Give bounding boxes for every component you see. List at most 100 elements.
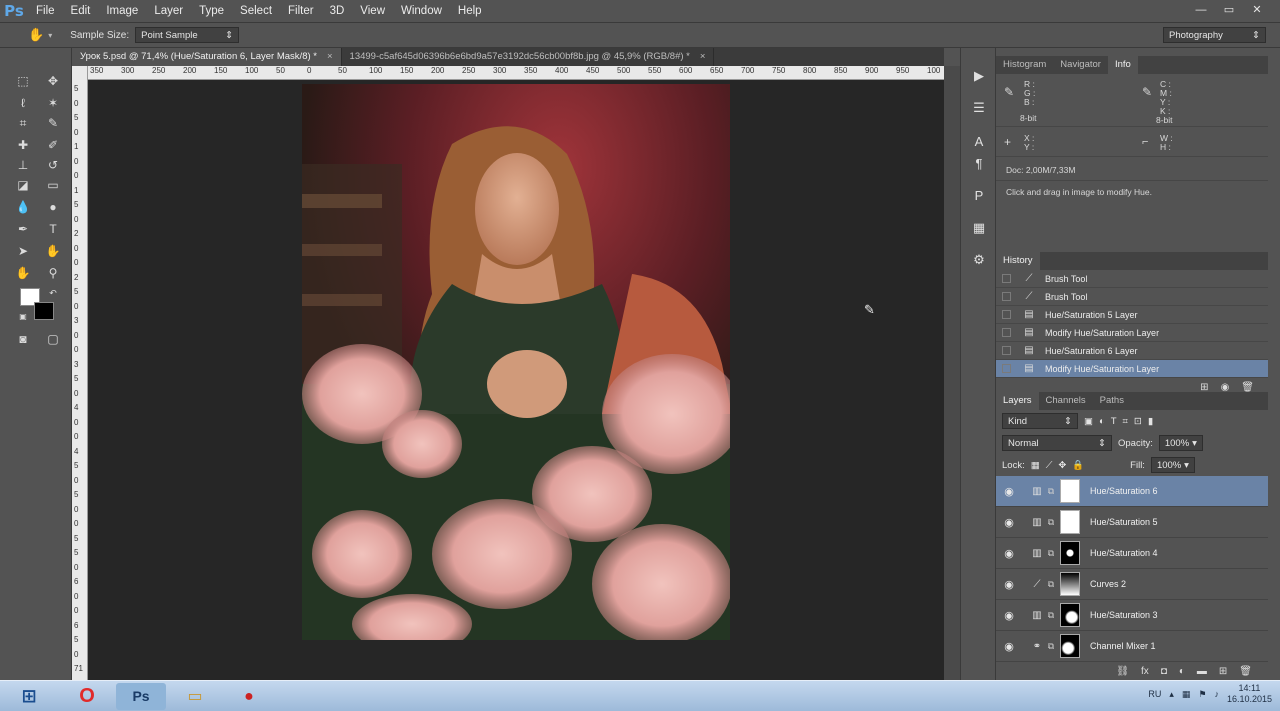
layer-mask-thumbnail[interactable] <box>1060 603 1080 627</box>
language-indicator[interactable]: RU <box>1148 689 1161 699</box>
minimize-button[interactable]: — <box>1190 2 1212 18</box>
layer-row[interactable]: ◉ ⚭ ⧉ Channel Mixer 1 <box>996 631 1268 662</box>
menu-image[interactable]: Image <box>98 0 146 22</box>
marquee-tool-icon[interactable]: ⬚ <box>14 72 32 90</box>
history-item[interactable]: ▤ Hue/Saturation 5 Layer <box>996 306 1268 324</box>
swatches-panel-icon[interactable]: ▦ <box>969 218 989 238</box>
history-checkbox[interactable] <box>1002 310 1011 319</box>
clone-stamp-tool-icon[interactable]: ⊥ <box>14 156 32 174</box>
tab-close-icon[interactable]: × <box>700 51 706 62</box>
screen-recorder-icon[interactable]: ● <box>224 683 274 710</box>
layer-mask-thumbnail[interactable] <box>1060 479 1080 503</box>
visibility-eye-icon[interactable]: ◉ <box>996 547 1022 560</box>
menu-layer[interactable]: Layer <box>146 0 191 22</box>
adjustment-filter-icon[interactable]: ◐ <box>1099 416 1105 427</box>
layer-mask-thumbnail[interactable] <box>1060 541 1080 565</box>
clock[interactable]: 14:11 16.10.2015 <box>1227 683 1272 705</box>
layer-mask-thumbnail[interactable] <box>1060 634 1080 658</box>
layer-row[interactable]: ◉ ▥ ⧉ Hue/Saturation 3 <box>996 600 1268 631</box>
pen-tool-icon[interactable]: ✒ <box>14 220 32 238</box>
menu-file[interactable]: File <box>28 0 63 22</box>
trash-icon[interactable]: 🗑 <box>1239 666 1252 677</box>
start-button[interactable]: ⊞ <box>4 683 54 710</box>
mask-link-icon[interactable]: ⧉ <box>1046 579 1056 590</box>
blur-tool-icon[interactable]: 💧 <box>14 198 32 216</box>
move-tool-icon[interactable]: ✥ <box>44 72 62 90</box>
tab-histogram[interactable]: Histogram <box>996 56 1053 74</box>
screen-mode-icon[interactable]: ▢ <box>44 330 62 348</box>
tab-document-1[interactable]: Урок 5.psd @ 71,4% (Hue/Saturation 6, La… <box>72 48 342 66</box>
document-canvas[interactable]: ✎ <box>88 80 944 680</box>
tab-channels[interactable]: Channels <box>1039 392 1093 410</box>
magic-wand-tool-icon[interactable]: ✶ <box>44 94 62 112</box>
type-filter-icon[interactable]: T <box>1111 416 1117 427</box>
crop-tool-icon[interactable]: ⌗ <box>14 114 32 132</box>
tab-paths[interactable]: Paths <box>1093 392 1131 410</box>
volume-icon[interactable]: ♪ <box>1214 689 1219 699</box>
menu-3d[interactable]: 3D <box>322 0 353 22</box>
default-colors-icon[interactable]: ▣ <box>14 308 32 326</box>
blend-mode-select[interactable]: Normal ⇕ <box>1002 435 1112 451</box>
tab-document-2[interactable]: 13499-c5af645d06396b6e6bd9a57e3192dc56cb… <box>342 48 715 66</box>
zoom-tool-icon[interactable]: ⚲ <box>44 264 62 282</box>
sample-size-select[interactable]: Point Sample ⇕ <box>135 27 240 43</box>
mask-link-icon[interactable]: ⧉ <box>1046 610 1056 621</box>
type-tool-icon[interactable]: T <box>44 220 62 238</box>
visibility-eye-icon[interactable]: ◉ <box>996 516 1022 529</box>
menu-help[interactable]: Help <box>450 0 490 22</box>
network-icon[interactable]: ▦ <box>1182 689 1191 700</box>
history-item[interactable]: ⟋ Brush Tool <box>996 288 1268 306</box>
swap-colors-icon[interactable]: ↶ <box>44 284 62 302</box>
canvas-vertical-scrollbar[interactable] <box>944 66 960 680</box>
tab-close-icon[interactable]: × <box>327 51 333 62</box>
layer-row[interactable]: ◉ ⟋ ⧉ Curves 2 <box>996 569 1268 600</box>
layer-row-selected[interactable]: ◉ ▥ ⧉ Hue/Saturation 6 <box>996 476 1268 507</box>
shape-filter-icon[interactable]: ⌗ <box>1123 416 1128 427</box>
history-checkbox[interactable] <box>1002 364 1011 373</box>
gradient-tool-icon[interactable]: ▭ <box>44 176 62 194</box>
menu-type[interactable]: Type <box>191 0 232 22</box>
healing-brush-tool-icon[interactable]: ✚ <box>14 136 32 154</box>
dodge-tool-icon[interactable]: ● <box>44 198 62 216</box>
history-brush-tool-icon[interactable]: ↺ <box>44 156 62 174</box>
eraser-tool-icon[interactable]: ◪ <box>14 176 32 194</box>
layer-mask-thumbnail[interactable] <box>1060 510 1080 534</box>
smart-object-filter-icon[interactable]: ⊡ <box>1134 416 1142 427</box>
filter-toggle-icon[interactable]: ▮ <box>1148 416 1153 427</box>
eyedropper-tool-icon[interactable]: ✎ <box>44 114 62 132</box>
tool-preset-chevron-icon[interactable]: ▾ <box>48 31 52 40</box>
mask-link-icon[interactable]: ⧉ <box>1046 517 1056 528</box>
brushes-panel-icon[interactable]: ⚙ <box>969 250 989 270</box>
layer-row[interactable]: ◉ ▥ ⧉ Hue/Saturation 5 <box>996 507 1268 538</box>
hand-icon[interactable]: ✋ <box>28 27 44 43</box>
opacity-input[interactable]: 100% ▾ <box>1158 435 1203 451</box>
hand-tool-icon[interactable]: ✋ <box>14 264 32 282</box>
opera-browser-icon[interactable]: O <box>62 683 112 710</box>
photoshop-taskbar-button[interactable]: Ps <box>116 683 166 710</box>
mask-link-icon[interactable]: ⧉ <box>1046 641 1056 652</box>
visibility-eye-icon[interactable]: ◉ <box>996 578 1022 591</box>
history-checkbox[interactable] <box>1002 346 1011 355</box>
fill-input[interactable]: 100% ▾ <box>1150 457 1195 473</box>
shape-tool-icon[interactable]: ✋ <box>44 242 62 260</box>
visibility-eye-icon[interactable]: ◉ <box>996 640 1022 653</box>
layer-kind-select[interactable]: Kind ⇕ <box>1002 413 1078 429</box>
mask-link-icon[interactable]: ⧉ <box>1046 486 1056 497</box>
brush-tool-icon[interactable]: ✐ <box>44 136 62 154</box>
tray-expand-icon[interactable]: ▴ <box>1169 689 1174 700</box>
adjustments-icon[interactable]: ☰ <box>969 98 989 118</box>
link-layers-icon[interactable]: ⛓ <box>1116 666 1129 677</box>
layer-mask-thumbnail[interactable] <box>1060 572 1080 596</box>
tab-navigator[interactable]: Navigator <box>1053 56 1108 74</box>
tab-history[interactable]: History <box>996 252 1040 270</box>
file-explorer-icon[interactable]: ▭ <box>170 683 220 710</box>
new-adjustment-icon[interactable]: ◐ <box>1179 666 1185 677</box>
history-checkbox[interactable] <box>1002 328 1011 337</box>
tab-info[interactable]: Info <box>1107 56 1138 74</box>
action-center-icon[interactable]: ⚑ <box>1198 689 1206 700</box>
history-item-selected[interactable]: ▤ Modify Hue/Saturation Layer <box>996 360 1268 378</box>
lock-position-icon[interactable]: ✥ <box>1058 460 1066 471</box>
visibility-eye-icon[interactable]: ◉ <box>996 485 1022 498</box>
add-mask-icon[interactable]: ◘ <box>1161 666 1167 677</box>
paragraph-panel-icon[interactable]: ¶ <box>969 154 989 174</box>
